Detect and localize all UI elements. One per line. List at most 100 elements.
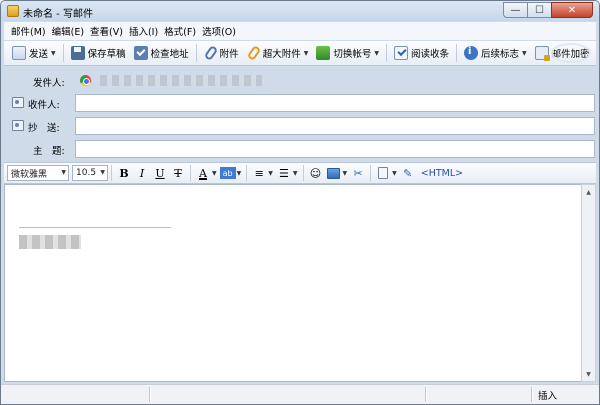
toolbar-divider — [111, 165, 112, 181]
menu-bar: 邮件(M) 编辑(E) 查看(V) 插入(I) 格式(F) 选项(O) — [4, 22, 596, 40]
emoji-button[interactable]: ☺ — [308, 164, 324, 182]
chevron-down-icon[interactable]: ▼ — [268, 170, 273, 177]
window-controls: — ☐ ✕ — [503, 2, 593, 18]
info-icon — [463, 46, 478, 60]
clean-format-icon[interactable]: ✎ — [400, 164, 416, 182]
switch-account-button[interactable]: 切换帐号 ▼ — [312, 43, 383, 63]
big-attachment-button[interactable]: 超大附件 ▼ — [243, 43, 313, 63]
toolbar-divider — [195, 44, 197, 62]
font-size-value: 10.5 — [76, 168, 97, 178]
minimize-button[interactable]: — — [503, 2, 528, 18]
toolbar-divider — [455, 44, 457, 62]
close-button[interactable]: ✕ — [551, 2, 593, 18]
font-name-value: 微软雅黑 — [11, 169, 48, 180]
menu-options[interactable]: 选项(O) — [199, 24, 239, 38]
status-divider — [149, 387, 151, 402]
read-receipt-button[interactable]: 阅读收条 — [390, 43, 453, 63]
send-label: 发送 — [29, 49, 49, 60]
main-toolbar: 发送 ▼ 保存草稿 检查地址 附件 超大附件 ▼ 切换帐号 ▼ 阅读收条 i 后… — [4, 41, 596, 66]
check-address-icon — [133, 46, 148, 60]
maximize-button[interactable]: ☐ — [527, 2, 552, 18]
chevron-down-icon[interactable]: ▼ — [343, 170, 348, 177]
save-draft-button[interactable]: 保存草稿 — [67, 43, 130, 63]
send-button[interactable]: 发送 ▼ — [8, 43, 60, 63]
picture-icon — [327, 167, 340, 179]
font-color-button[interactable]: A — [195, 164, 211, 182]
window-title: 未命名 - 写邮件 — [23, 9, 93, 20]
follow-up-label: 后续标志 — [480, 49, 519, 60]
cc-row: 抄 送: — [4, 116, 596, 136]
stationery-button[interactable] — [375, 164, 391, 182]
chevron-down-icon: ▼ — [374, 49, 379, 57]
html-source-button[interactable]: <HTML> — [421, 168, 463, 179]
paperclip-icon — [203, 44, 218, 62]
lock-mail-icon — [534, 46, 550, 61]
to-label: 收件人: — [28, 100, 60, 111]
toolbar-divider — [190, 165, 191, 181]
signature-divider — [19, 227, 171, 228]
font-size-select[interactable]: 10.5 ▼ — [72, 165, 108, 181]
account-icon — [80, 75, 91, 86]
subject-input[interactable] — [75, 140, 595, 158]
to-input[interactable] — [75, 94, 595, 112]
bullet-list-icon[interactable]: ☰ — [276, 164, 292, 182]
title-bar[interactable]: 未命名 - 写邮件 — ☐ ✕ — [1, 1, 599, 21]
stationery-icon — [378, 167, 389, 179]
screenshot-scissors-icon[interactable]: ✂ — [350, 164, 366, 182]
highlight-button[interactable]: ab — [219, 167, 236, 179]
status-divider — [425, 387, 427, 402]
header-fields: 发件人: 收件人: 抄 送: 主 题: — [4, 67, 596, 159]
menu-format[interactable]: 格式(F) — [161, 24, 199, 38]
chevron-down-icon[interactable]: ▼ — [212, 170, 217, 177]
insert-mode-indicator: 插入 — [538, 391, 558, 402]
check-address-button[interactable]: 检查地址 — [130, 43, 193, 63]
switch-account-label: 切换帐号 — [333, 49, 372, 60]
follow-up-button[interactable]: 后续标志 ▼ — [460, 43, 531, 63]
decorative-cloud — [551, 43, 591, 63]
subject-label: 主 题: — [33, 146, 65, 157]
strikethrough-button[interactable]: T — [170, 164, 186, 182]
compose-window: 未命名 - 写邮件 — ☐ ✕ 邮件(M) 编辑(E) 查看(V) 插入(I) … — [0, 0, 600, 405]
to-row: 收件人: — [4, 93, 596, 113]
bold-button[interactable]: B — [116, 164, 132, 182]
message-body-editor[interactable] — [4, 184, 582, 382]
address-book-icon[interactable] — [12, 120, 24, 131]
attachment-button[interactable]: 附件 — [200, 43, 243, 63]
toolbar-divider — [62, 44, 64, 62]
chevron-down-icon[interactable]: ▼ — [237, 170, 242, 177]
status-divider — [531, 387, 533, 402]
chevron-down-icon[interactable]: ▼ — [392, 170, 397, 177]
underline-button[interactable]: U — [152, 164, 168, 182]
big-attachment-label: 超大附件 — [262, 49, 301, 60]
read-receipt-label: 阅读收条 — [410, 49, 449, 60]
check-address-label: 检查地址 — [150, 49, 189, 60]
sender-address-redacted[interactable] — [100, 75, 262, 86]
toolbar-divider — [370, 165, 372, 181]
scroll-up-icon[interactable]: ▲ — [582, 185, 595, 199]
scroll-down-icon[interactable]: ▼ — [582, 367, 595, 381]
switch-account-icon — [316, 46, 331, 60]
italic-button[interactable]: I — [134, 164, 150, 182]
menu-view[interactable]: 查看(V) — [87, 24, 126, 38]
menu-edit[interactable]: 编辑(E) — [49, 24, 87, 38]
align-icon[interactable]: ≡ — [251, 164, 267, 182]
menu-insert[interactable]: 插入(I) — [126, 24, 161, 38]
subject-row: 主 题: — [4, 139, 596, 159]
chevron-down-icon[interactable]: ▼ — [293, 170, 298, 177]
menu-mail[interactable]: 邮件(M) — [8, 24, 49, 38]
chevron-down-icon: ▼ — [303, 49, 309, 57]
address-book-icon[interactable] — [12, 97, 24, 108]
toolbar-divider — [302, 165, 304, 181]
status-bar: 插入 — [1, 384, 599, 404]
chevron-down-icon: ▼ — [100, 169, 105, 176]
chevron-down-icon: ▼ — [61, 169, 66, 176]
app-icon — [7, 5, 19, 17]
format-toolbar: 微软雅黑 ▼ 10.5 ▼ B I U T A ▼ ab ▼ ≡ ▼ ☰ ▼ ☺… — [4, 162, 596, 184]
send-icon — [12, 46, 26, 60]
font-name-select[interactable]: 微软雅黑 ▼ — [7, 165, 69, 181]
image-button[interactable] — [326, 164, 342, 182]
cc-input[interactable] — [75, 117, 595, 135]
vertical-scrollbar[interactable]: ▲ ▼ — [581, 184, 596, 382]
from-label: 发件人: — [33, 78, 65, 89]
signature-redacted — [19, 235, 81, 249]
